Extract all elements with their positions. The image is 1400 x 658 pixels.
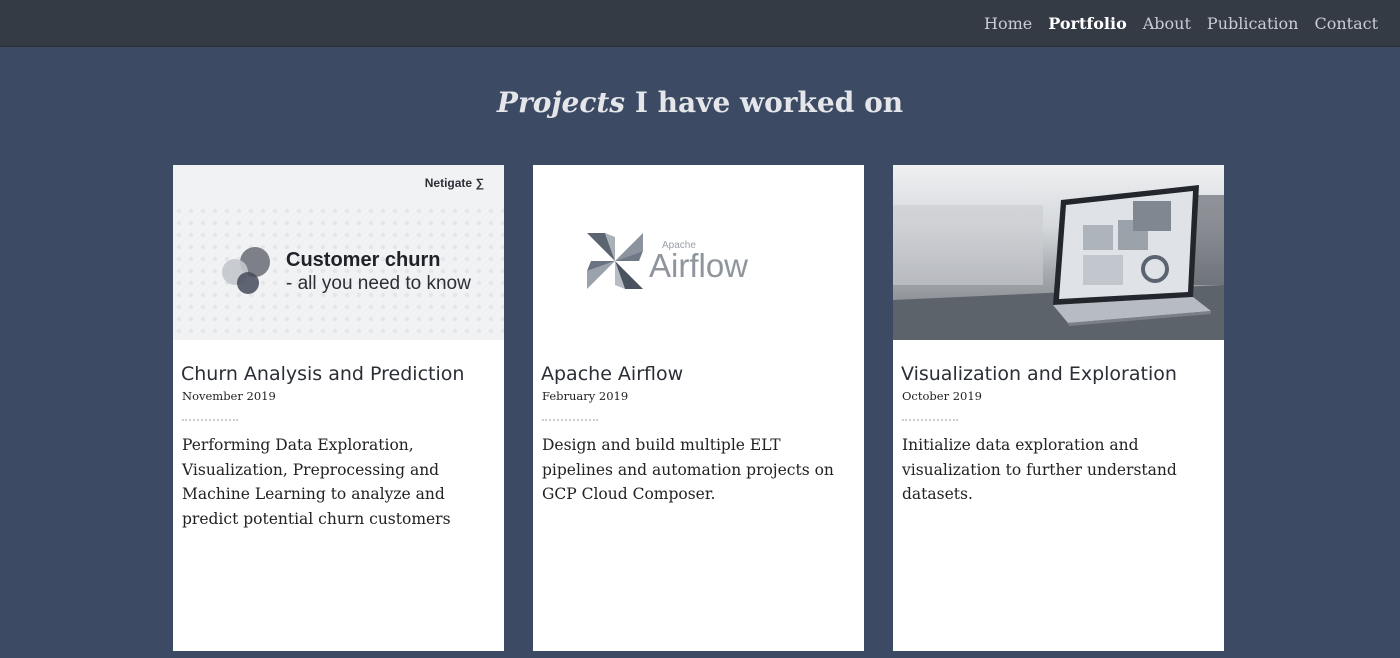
pinwheel-icon [587,233,643,289]
laptop-icon [893,185,1224,340]
nav-link-publication[interactable]: Publication [1207,14,1299,33]
project-date: October 2019 [902,389,983,403]
nav-links: Home Portfolio About Publication Contact [984,0,1378,47]
project-title: Visualization and Exploration [901,363,1177,385]
nav-link-home[interactable]: Home [984,14,1032,33]
nav-link-contact[interactable]: Contact [1314,14,1378,33]
nav-link-about[interactable]: About [1143,14,1191,33]
churn-subline: - all you need to know [286,273,471,294]
project-card-airflow[interactable]: Apache Airflow Apache Airflow February 2… [533,165,864,651]
project-description: Performing Data Exploration, Visualizati… [182,436,451,528]
project-image-churn: Netigate ∑ Customer churn - all you need… [173,165,504,340]
page-title: Projects I have worked on [0,86,1400,119]
top-navigation-bar: Home Portfolio About Publication Contact [0,0,1400,47]
project-description: Initialize data exploration and visualiz… [902,436,1177,503]
project-date: November 2019 [182,389,276,403]
airflow-logo-text: Airflow [649,247,749,284]
project-image-airflow: Apache Airflow [533,165,864,340]
project-card-visualization[interactable]: Visualization and Exploration October 20… [893,165,1224,651]
page-title-rest: I have worked on [625,86,904,119]
divider [542,419,598,421]
nav-link-portfolio[interactable]: Portfolio [1048,14,1126,33]
circles-icon [222,247,270,294]
divider [902,419,958,421]
churn-headline: Customer churn [286,249,441,271]
project-date: February 2019 [542,389,629,403]
project-description: Design and build multiple ELT pipelines … [542,436,834,503]
project-title: Apache Airflow [541,363,684,385]
netigate-logo: Netigate ∑ [424,176,484,190]
page-title-emphasis: Projects [496,86,626,119]
divider [182,419,238,421]
project-card-churn[interactable]: Netigate ∑ Customer churn - all you need… [173,165,504,651]
project-title: Churn Analysis and Prediction [181,363,465,385]
project-image-laptop [893,165,1224,340]
netigate-logo-icon: ∑ [475,176,484,190]
